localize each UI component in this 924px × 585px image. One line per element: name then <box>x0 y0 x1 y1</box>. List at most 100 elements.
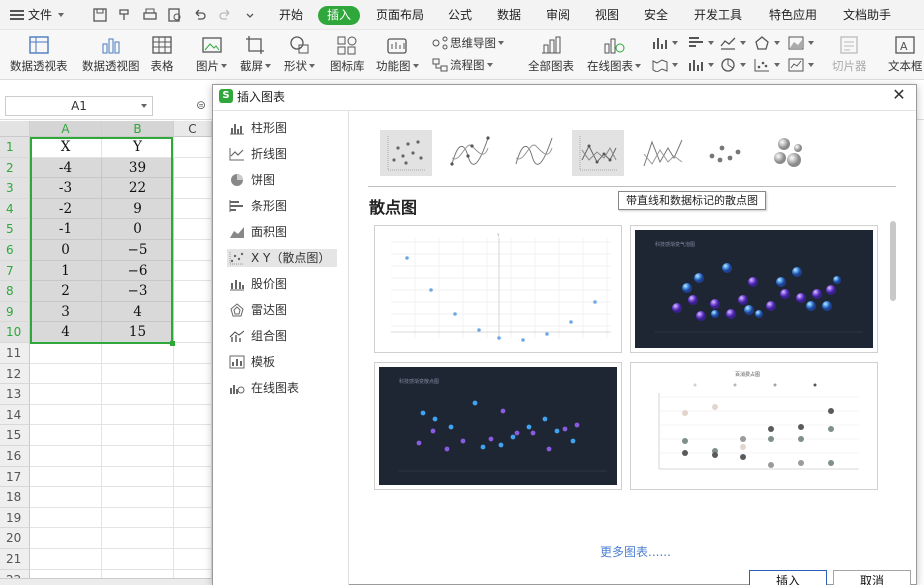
pie-chart-small-button[interactable] <box>720 56 746 74</box>
cell-a19[interactable] <box>30 507 102 529</box>
pivot-chart-button[interactable]: 数据透视图 <box>82 34 140 74</box>
insert-button[interactable]: 插入 <box>749 570 827 585</box>
column-header-a[interactable]: A <box>30 121 102 137</box>
cell-a5[interactable]: -1 <box>30 219 102 240</box>
row-header[interactable]: 17 <box>0 466 30 488</box>
line-chart-small-button[interactable] <box>720 34 746 52</box>
bar-chart-small-button[interactable] <box>688 34 714 52</box>
cell-b13[interactable] <box>102 384 174 405</box>
cell-c5[interactable] <box>174 219 212 240</box>
cell-b20[interactable] <box>102 528 174 549</box>
file-menu[interactable]: 文件 <box>10 5 64 25</box>
tab-data[interactable]: 数据 <box>497 5 521 25</box>
cell-c18[interactable] <box>174 487 212 508</box>
cell-a20[interactable] <box>30 528 102 549</box>
map-chart-small-button[interactable] <box>652 56 678 74</box>
category-pie[interactable]: 饼图 <box>227 171 337 189</box>
cell-a3[interactable]: -3 <box>30 178 102 199</box>
slicer-button[interactable]: 切片器 <box>832 34 867 74</box>
cell-c1[interactable] <box>174 137 212 158</box>
save-icon[interactable] <box>92 7 108 23</box>
cell-c14[interactable] <box>174 404 212 426</box>
subtype-straight-lines[interactable] <box>636 130 688 176</box>
category-stock[interactable]: 股价图 <box>227 275 337 293</box>
tab-doc-assistant[interactable]: 文档助手 <box>843 5 891 25</box>
cell-b17[interactable] <box>102 466 174 488</box>
cell-c21[interactable] <box>174 549 212 570</box>
select-all-corner[interactable] <box>0 121 30 137</box>
cell-b10[interactable]: 15 <box>102 322 174 343</box>
tab-page-layout[interactable]: 页面布局 <box>376 5 424 25</box>
name-box[interactable]: A1 <box>5 96 153 116</box>
cell-a11[interactable] <box>30 343 102 364</box>
cell-a17[interactable] <box>30 466 102 488</box>
row-header[interactable]: 2 <box>0 157 30 179</box>
cell-b12[interactable] <box>102 363 174 385</box>
preview-card-consumption-scatter[interactable]: 百消费占图 <box>630 362 878 490</box>
print-preview-icon[interactable] <box>167 7 183 23</box>
preview-card-tech-bubble[interactable]: 科技感渐变气泡图 <box>630 225 878 353</box>
cell-a21[interactable] <box>30 549 102 570</box>
more-charts-link[interactable]: 更多图表...... <box>600 543 671 560</box>
cell-a7[interactable]: 1 <box>30 260 102 282</box>
cell-b1[interactable]: Y <box>102 137 174 158</box>
spreadsheet-grid[interactable]: A B C 1 X Y 2 -4 39 3 -3 22 4 -2 9 5 -1 0 6 0 −5 7 1 −6 8 2 −3 9… <box>0 121 212 585</box>
cell-b6[interactable]: −5 <box>102 240 174 261</box>
subtype-scatter-markers[interactable] <box>380 130 432 176</box>
cell-c9[interactable] <box>174 301 212 323</box>
category-template[interactable]: 模板 <box>227 353 337 371</box>
cell-c3[interactable] <box>174 178 212 199</box>
icon-library-button[interactable]: 图标库 <box>330 34 365 74</box>
row-header[interactable]: 16 <box>0 446 30 467</box>
tab-view[interactable]: 视图 <box>595 5 619 25</box>
category-bar[interactable]: 条形图 <box>227 197 337 215</box>
more-quick-access-icon[interactable] <box>242 7 258 23</box>
cell-a8[interactable]: 2 <box>30 281 102 302</box>
row-header[interactable]: 6 <box>0 240 30 261</box>
tab-home[interactable]: 开始 <box>279 5 303 25</box>
category-xy-scatter[interactable]: X Y（散点图） <box>227 249 337 267</box>
cell-b19[interactable] <box>102 507 174 529</box>
all-charts-button[interactable]: 全部图表 <box>528 34 574 74</box>
subtype-straight-lines-markers[interactable] <box>572 130 624 176</box>
format-painter-icon[interactable] <box>117 7 133 23</box>
cell-a12[interactable] <box>30 363 102 385</box>
row-header[interactable]: 4 <box>0 198 30 220</box>
online-charts-button[interactable]: 在线图表 <box>587 34 641 74</box>
row-header[interactable]: 21 <box>0 549 30 570</box>
area-chart-small-button[interactable] <box>788 34 814 52</box>
pivot-table-button[interactable]: 数据透视表 <box>10 34 68 74</box>
row-header[interactable]: 5 <box>0 219 30 240</box>
cell-c17[interactable] <box>174 466 212 488</box>
cell-c13[interactable] <box>174 384 212 405</box>
row-header[interactable]: 7 <box>0 260 30 282</box>
cell-c15[interactable] <box>174 425 212 446</box>
fill-handle[interactable] <box>170 341 175 346</box>
tab-security[interactable]: 安全 <box>644 5 668 25</box>
cancel-button[interactable]: 取消 <box>833 570 911 585</box>
cell-c20[interactable] <box>174 528 212 549</box>
undo-icon[interactable] <box>192 7 208 23</box>
category-line[interactable]: 折线图 <box>227 145 337 163</box>
other-chart-small-button[interactable] <box>754 34 780 52</box>
cell-a2[interactable]: -4 <box>30 157 102 179</box>
print-icon[interactable] <box>142 7 158 23</box>
row-header[interactable]: 11 <box>0 343 30 364</box>
tab-developer[interactable]: 开发工具 <box>694 5 742 25</box>
category-area[interactable]: 面积图 <box>227 223 337 241</box>
table-button[interactable]: 表格 <box>150 34 174 74</box>
column-chart-small-button[interactable] <box>652 34 678 52</box>
cell-b15[interactable] <box>102 425 174 446</box>
subtype-smooth-lines-markers[interactable] <box>444 130 496 176</box>
preview-card-tech-scatter[interactable]: 科技感渐变散点图 <box>374 362 622 490</box>
close-icon[interactable]: ✕ <box>890 86 908 104</box>
cell-b14[interactable] <box>102 404 174 426</box>
redo-icon[interactable] <box>217 7 233 23</box>
scatter-chart-small-button[interactable] <box>754 56 780 74</box>
row-header[interactable]: 18 <box>0 487 30 508</box>
row-header[interactable]: 8 <box>0 281 30 302</box>
mind-map-button[interactable]: 思维导图 <box>432 34 504 52</box>
row-header[interactable]: 1 <box>0 137 30 158</box>
cell-c8[interactable] <box>174 281 212 302</box>
tab-formulas[interactable]: 公式 <box>448 5 472 25</box>
